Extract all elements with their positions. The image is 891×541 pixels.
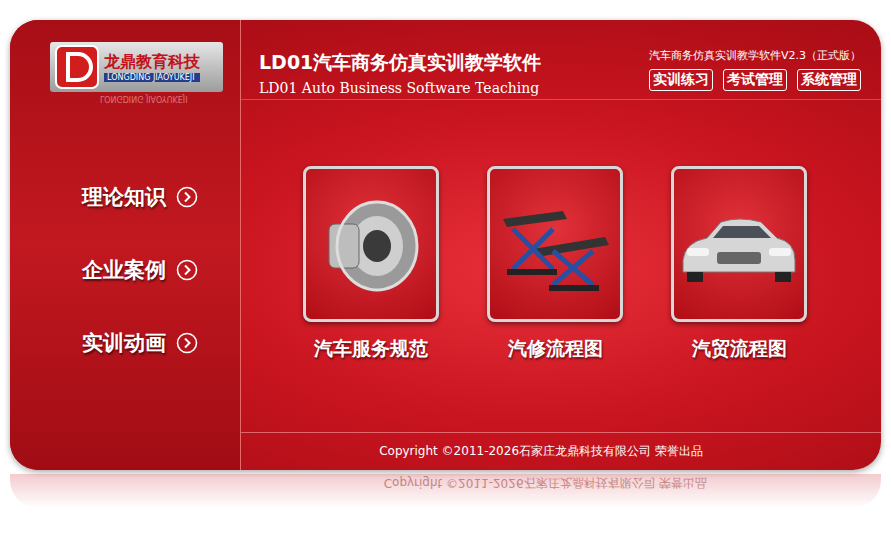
card-image — [303, 166, 439, 322]
header: LD01汽车商务仿真实训教学软件 LD01 Auto Business Softw… — [241, 20, 881, 100]
module-card[interactable]: 汽贸流程图 — [669, 166, 809, 432]
card-label: 汽贸流程图 — [692, 336, 787, 362]
card-image — [671, 166, 807, 322]
brand-reflection: LONGDING JIAOYUKEJI — [50, 94, 240, 103]
car-icon — [677, 194, 801, 294]
card-label: 汽修流程图 — [508, 336, 603, 362]
sidebar-item[interactable]: 企业案例 — [82, 250, 240, 290]
arrow-right-icon — [176, 186, 198, 208]
top-menu: 实训练习考试管理系统管理 — [649, 69, 861, 91]
lift-icon — [493, 189, 617, 299]
footer-reflection: Copyright ©2011-2026石家庄龙鼎科技有限公司 荣誉出品 — [10, 474, 881, 508]
module-card[interactable]: 汽车服务规范 — [301, 166, 441, 432]
arrow-right-icon — [176, 259, 198, 281]
sidebar-item[interactable]: 理论知识 — [82, 177, 240, 217]
brand-name: 龙鼎教育科技 — [104, 52, 200, 73]
card-image — [487, 166, 623, 322]
card-row: 汽车服务规范 汽修流程图 汽贸流程图 — [241, 100, 881, 432]
menu-button[interactable]: 考试管理 — [723, 69, 787, 91]
arrow-right-icon — [176, 332, 198, 354]
content: LD01汽车商务仿真实训教学软件 LD01 Auto Business Softw… — [241, 20, 881, 470]
app-subtitle: LD01 Auto Business Software Teaching — [259, 80, 541, 96]
card-label: 汽车服务规范 — [314, 336, 428, 362]
module-card[interactable]: 汽修流程图 — [485, 166, 625, 432]
app-title: LD01汽车商务仿真实训教学软件 — [259, 50, 541, 76]
version-label: 汽车商务仿真实训教学软件V2.3（正式版） — [649, 48, 861, 63]
main-panel: 龙鼎教育科技LONGDING JIAOYUKEJILONGDING JIAOYU… — [10, 20, 881, 470]
sidebar: 龙鼎教育科技LONGDING JIAOYUKEJILONGDING JIAOYU… — [10, 20, 241, 470]
seal-icon — [311, 184, 431, 304]
brand-mark-icon — [54, 44, 100, 90]
brand-logo: 龙鼎教育科技LONGDING JIAOYUKEJI — [50, 42, 223, 92]
logo: 龙鼎教育科技LONGDING JIAOYUKEJILONGDING JIAOYU… — [10, 20, 240, 100]
app-window: 龙鼎教育科技LONGDING JIAOYUKEJILONGDING JIAOYU… — [0, 0, 891, 541]
menu-button[interactable]: 系统管理 — [797, 69, 861, 91]
footer: Copyright ©2011-2026石家庄龙鼎科技有限公司 荣誉出品 — [241, 432, 881, 470]
menu-button[interactable]: 实训练习 — [649, 69, 713, 91]
sidebar-item[interactable]: 实训动画 — [82, 323, 240, 363]
sidebar-nav: 理论知识企业案例实训动画 — [10, 100, 240, 363]
brand-pinyin: LONGDING JIAOYUKEJI — [104, 73, 200, 82]
